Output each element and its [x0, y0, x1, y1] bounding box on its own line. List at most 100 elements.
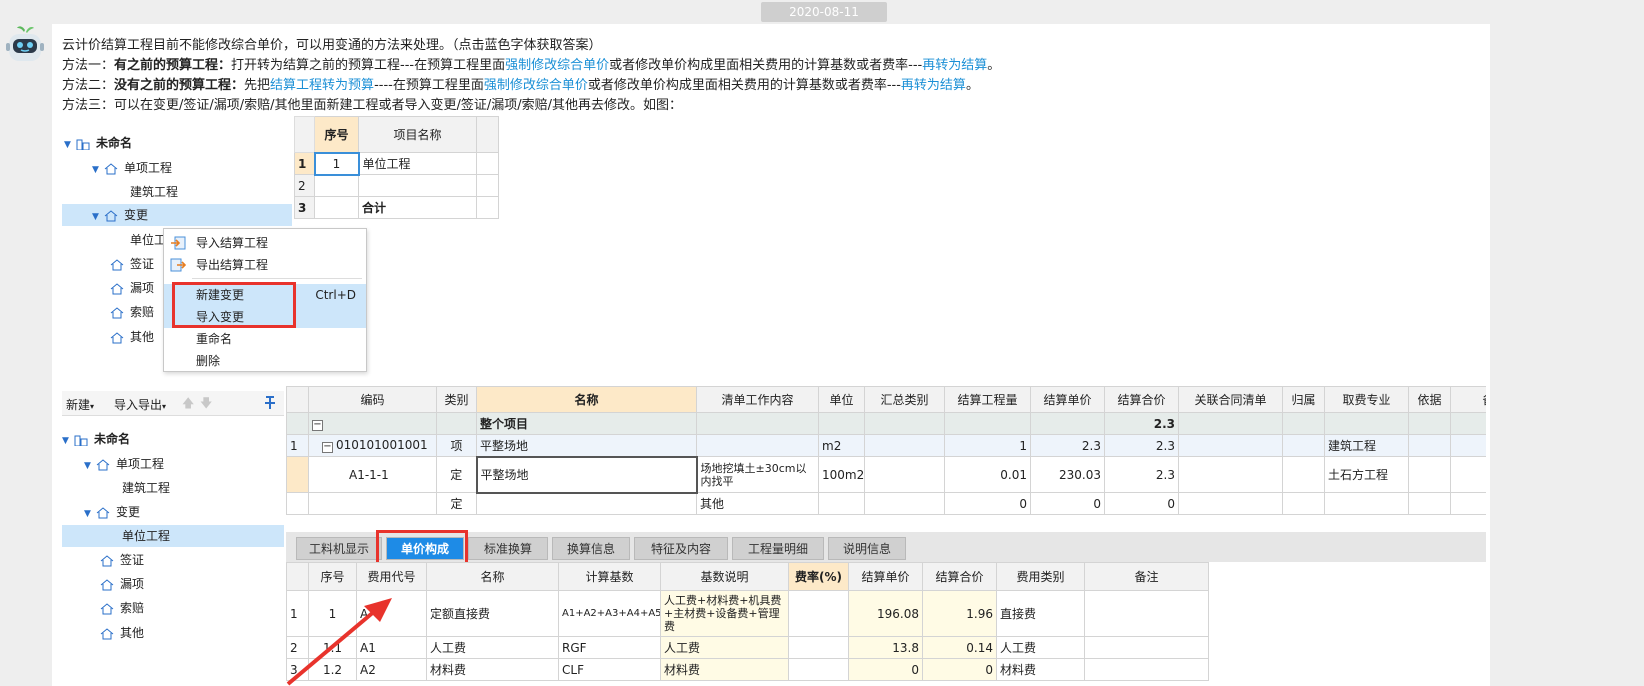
- basis-cell[interactable]: [1408, 456, 1451, 493]
- tree-node-single-project[interactable]: ▼ 单项工程: [92, 157, 172, 179]
- tree-node-visa[interactable]: 签证: [100, 549, 144, 571]
- table-row[interactable]: 2: [294, 174, 499, 197]
- header-belong[interactable]: 归属: [1282, 386, 1325, 413]
- tree-node-building[interactable]: 建筑工程: [130, 181, 178, 203]
- header-unit[interactable]: 单位: [818, 386, 865, 413]
- summary-cell[interactable]: [864, 492, 945, 515]
- related-cell[interactable]: [1178, 492, 1283, 515]
- belong-cell[interactable]: [1282, 492, 1325, 515]
- related-cell[interactable]: [1178, 434, 1283, 457]
- move-up-icon[interactable]: 🡅: [182, 394, 194, 415]
- type-cell[interactable]: 定: [436, 492, 477, 515]
- summary-cell[interactable]: [864, 434, 945, 457]
- new-dropdown[interactable]: 新建▾: [66, 396, 94, 413]
- unit-cell[interactable]: [818, 492, 865, 515]
- header-related-list[interactable]: 关联合同清单: [1178, 386, 1283, 413]
- fee-category-cell[interactable]: 人工费: [996, 636, 1085, 659]
- name-cell[interactable]: 材料费: [426, 658, 559, 681]
- header-code[interactable]: 编码: [308, 386, 437, 413]
- name-cell[interactable]: [358, 174, 477, 197]
- name-cell[interactable]: [476, 492, 697, 515]
- tree-node-building[interactable]: 建筑工程: [122, 477, 170, 499]
- tree-node-missing[interactable]: 漏项: [100, 573, 144, 595]
- tree-node-missing[interactable]: 漏项: [110, 277, 154, 299]
- note-cell[interactable]: [1450, 492, 1486, 515]
- tree-node-single-project[interactable]: ▼ 单项工程: [84, 453, 164, 475]
- table-row-total[interactable]: − 整个项目 2.3: [286, 412, 1486, 435]
- content-cell[interactable]: 其他: [696, 492, 819, 515]
- tree-node-root[interactable]: ▼ 未命名: [64, 132, 132, 154]
- remark-cell[interactable]: [1084, 590, 1209, 637]
- move-down-icon[interactable]: 🡇: [200, 394, 212, 415]
- summary-cell[interactable]: [864, 456, 945, 493]
- base-desc-cell[interactable]: 人工费+材料费+机具费+主材费+设备费+管理费: [660, 590, 789, 637]
- name-cell[interactable]: 单位工程: [358, 152, 477, 175]
- tab-description[interactable]: 说明信息: [828, 537, 906, 560]
- table-row[interactable]: 1 −010101001001 项 平整场地 m2 1 2.3 2.3 建筑工程: [286, 434, 1486, 457]
- link-force-modify-price[interactable]: 强制修改综合单价: [484, 78, 588, 93]
- rate-cell[interactable]: [788, 658, 849, 681]
- belong-cell[interactable]: [1282, 456, 1325, 493]
- calc-base-cell[interactable]: CLF: [558, 658, 661, 681]
- remark-cell[interactable]: [1084, 658, 1209, 681]
- import-export-dropdown[interactable]: 导入导出▾: [114, 396, 166, 413]
- tab-standard-conversion[interactable]: 标准换算: [468, 537, 548, 560]
- price-cell[interactable]: 230.03: [1030, 456, 1105, 493]
- seq-cell[interactable]: 1: [313, 151, 360, 176]
- code-cell[interactable]: −010101001001: [308, 434, 437, 457]
- tab-conversion-info[interactable]: 换算信息: [552, 537, 630, 560]
- collapse-arrow-icon[interactable]: ▼: [64, 134, 76, 156]
- header-rate[interactable]: 费率(%): [788, 562, 849, 591]
- table-row[interactable]: 3 合计: [294, 196, 499, 219]
- header-base-desc[interactable]: 基数说明: [660, 562, 789, 591]
- content-cell[interactable]: 场地挖填土±30cm以内找平: [696, 456, 819, 493]
- collapse-arrow-icon[interactable]: ▼: [84, 455, 96, 477]
- rate-cell[interactable]: [788, 590, 849, 637]
- unit-cell[interactable]: m2: [818, 434, 865, 457]
- unit-cell[interactable]: 100m2: [818, 456, 865, 493]
- link-settlement-to-budget[interactable]: 结算工程转为预算: [270, 78, 374, 93]
- header-summary-type[interactable]: 汇总类别: [864, 386, 945, 413]
- header-work-content[interactable]: 清单工作内容: [696, 386, 819, 413]
- qty-cell[interactable]: 1: [944, 434, 1031, 457]
- major-cell[interactable]: 建筑工程: [1324, 434, 1409, 457]
- header-note[interactable]: 备: [1450, 386, 1486, 413]
- menu-item-import-settlement[interactable]: 导入结算工程: [164, 232, 366, 254]
- code-cell[interactable]: A1-1-1: [308, 456, 437, 493]
- tree-node-change[interactable]: ▼ 变更: [62, 204, 292, 226]
- pin-icon[interactable]: [264, 396, 276, 410]
- header-unit-price[interactable]: 结算单价: [848, 562, 923, 591]
- tab-quantity-detail[interactable]: 工程量明细: [732, 537, 824, 560]
- code-cell[interactable]: [308, 492, 437, 515]
- header-unit-price[interactable]: 结算单价: [1030, 386, 1105, 413]
- header-remark[interactable]: 备注: [1084, 562, 1209, 591]
- price-cell[interactable]: 0: [1030, 492, 1105, 515]
- link-convert-to-settlement[interactable]: 再转为结算: [901, 78, 966, 93]
- header-total-price[interactable]: 结算合价: [922, 562, 997, 591]
- header-total-price[interactable]: 结算合价: [1104, 386, 1179, 413]
- base-desc-cell[interactable]: 人工费: [660, 636, 789, 659]
- seq-cell[interactable]: [314, 196, 359, 219]
- table-row[interactable]: 2 1.1 A1 人工费 RGF 人工费 13.8 0.14 人工费: [286, 636, 1209, 659]
- remark-cell[interactable]: [1084, 636, 1209, 659]
- unit-price-cell[interactable]: 13.8: [848, 636, 923, 659]
- tree-node-unit-selected[interactable]: 单位工程: [62, 525, 284, 547]
- major-cell[interactable]: 土石方工程: [1324, 456, 1409, 493]
- header-type[interactable]: 类别: [436, 386, 477, 413]
- collapse-arrow-icon[interactable]: ▼: [92, 159, 104, 181]
- type-cell[interactable]: 项: [436, 434, 477, 457]
- note-cell[interactable]: [1450, 456, 1486, 493]
- name-cell[interactable]: 人工费: [426, 636, 559, 659]
- header-seq[interactable]: 序号: [308, 562, 357, 591]
- collapse-arrow-icon[interactable]: ▼: [92, 206, 104, 228]
- header-fee-major[interactable]: 取费专业: [1324, 386, 1409, 413]
- table-row[interactable]: 1 1 单位工程: [294, 151, 499, 176]
- unit-price-cell[interactable]: 0: [848, 658, 923, 681]
- major-cell[interactable]: [1324, 492, 1409, 515]
- tree-node-other[interactable]: 其他: [110, 326, 154, 348]
- related-cell[interactable]: [1178, 456, 1283, 493]
- tree-node-unit[interactable]: 单位工: [130, 229, 166, 251]
- menu-item-export-settlement[interactable]: 导出结算工程: [164, 254, 366, 276]
- header-basis[interactable]: 依据: [1408, 386, 1451, 413]
- collapse-arrow-icon[interactable]: ▼: [84, 503, 96, 525]
